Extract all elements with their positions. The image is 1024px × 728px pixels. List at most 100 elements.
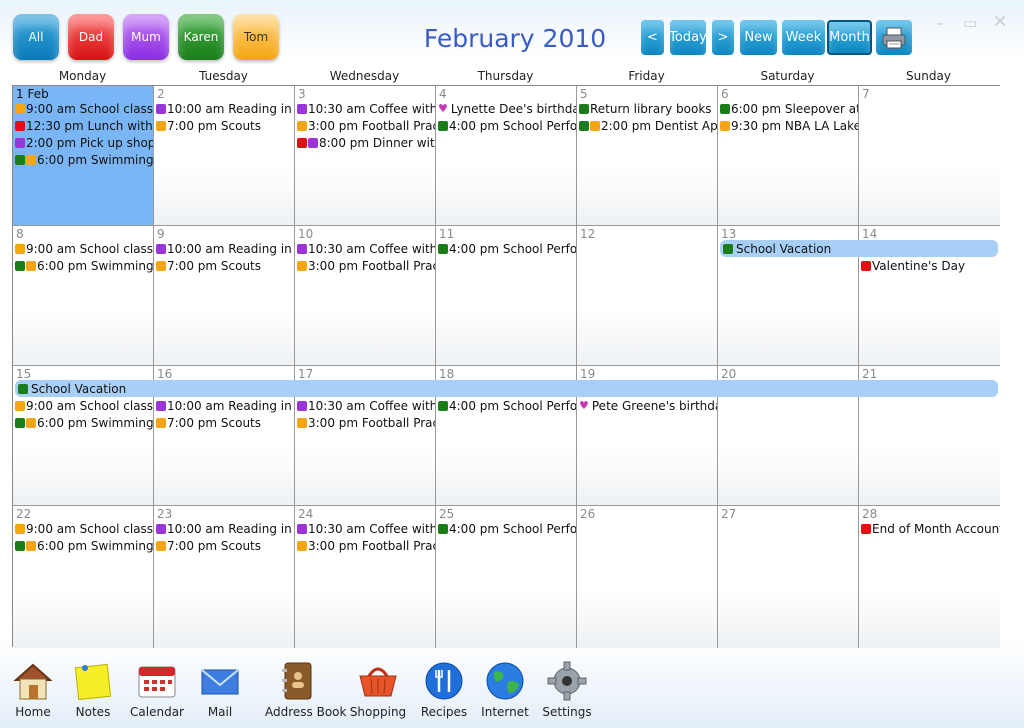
calendar-event[interactable]: 6:00 pm Swimming bbox=[15, 414, 153, 431]
week-view-button[interactable]: Week bbox=[782, 20, 825, 55]
calendar-event[interactable]: 4:00 pm School Perforr bbox=[438, 240, 576, 257]
calendar-event[interactable]: 6:00 pm Sleepover at J bbox=[720, 100, 858, 117]
next-button[interactable]: > bbox=[712, 20, 734, 55]
calendar-event[interactable]: 6:00 pm Swimming bbox=[15, 151, 153, 168]
calendar-event[interactable]: 4:00 pm School Perforr bbox=[438, 397, 576, 414]
dock-settings[interactable]: Settings bbox=[535, 660, 599, 719]
calendar-event[interactable]: End of Month Account bbox=[861, 520, 1000, 537]
calendar-event[interactable]: 8:00 pm Dinner with bbox=[297, 134, 435, 151]
filter-all-button[interactable]: All bbox=[13, 14, 59, 60]
calendar-event[interactable]: 9:00 am School class m bbox=[15, 520, 153, 537]
calendar-event[interactable]: 10:00 am Reading in cl bbox=[156, 520, 294, 537]
day-cell[interactable]: 28 End of Month Account bbox=[859, 506, 1000, 648]
previous-button[interactable]: < bbox=[641, 20, 664, 55]
day-cell[interactable]: 24 10:30 am Coffee with J 3:00 pm Football… bbox=[295, 506, 436, 648]
person-color-marker bbox=[861, 523, 871, 534]
dock-calendar[interactable]: Calendar bbox=[125, 660, 189, 719]
calendar-event[interactable]: 12:30 pm Lunch with B bbox=[15, 117, 153, 134]
month-view-button[interactable]: Month bbox=[827, 20, 872, 55]
dock-shopping[interactable]: Shopping bbox=[346, 660, 410, 719]
print-button[interactable] bbox=[876, 20, 912, 55]
day-cell[interactable]: 6 6:00 pm Sleepover at J 9:30 pm NBA LA La… bbox=[718, 86, 859, 226]
day-cell[interactable]: 229:00 am School class m 6:00 pm Swimming bbox=[13, 506, 154, 648]
calendar-event[interactable]: 9:00 am School class m bbox=[15, 100, 153, 117]
event-text: 10:00 am Reading in cl bbox=[167, 241, 294, 256]
day-cell[interactable]: 5 Return library books 2:00 pm Dentist App bbox=[577, 86, 718, 226]
day-cell[interactable]: 10 10:30 am Coffee with J 3:00 pm Football… bbox=[295, 226, 436, 366]
calendar-event[interactable]: 7:00 pm Scouts bbox=[156, 537, 294, 554]
day-cell[interactable]: 7 bbox=[859, 86, 1000, 226]
filter-dad-button[interactable]: Dad bbox=[68, 14, 114, 60]
event-text: 6:00 pm Swimming bbox=[37, 152, 153, 167]
calendar-event[interactable]: 3:00 pm Football Pract bbox=[297, 537, 435, 554]
day-cell[interactable]: 4 ♥ Lynette Dee's birthday 4:00 pm School P… bbox=[436, 86, 577, 226]
dock-notes[interactable]: Notes bbox=[61, 660, 125, 719]
calendar-event[interactable]: 6:00 pm Swimming bbox=[15, 257, 153, 274]
day-cell[interactable]: 25 4:00 pm School Perforr bbox=[436, 506, 577, 648]
today-button[interactable]: Today bbox=[670, 20, 706, 55]
multi-day-event-bar[interactable]: School Vacation bbox=[15, 380, 998, 397]
calendar-event[interactable]: 10:00 am Reading in cl bbox=[156, 100, 294, 117]
dock-home[interactable]: Home bbox=[1, 660, 65, 719]
calendar-event[interactable]: 4:00 pm School Perforr bbox=[438, 520, 576, 537]
minimize-button[interactable]: – bbox=[936, 14, 944, 32]
printer-icon bbox=[882, 27, 906, 48]
event-text: 10:30 am Coffee with J bbox=[308, 521, 435, 536]
calendar-event[interactable]: 10:00 am Reading in cl bbox=[156, 397, 294, 414]
event-text: 7:00 pm Scouts bbox=[167, 538, 262, 553]
day-cell[interactable]: 2 10:00 am Reading in cl 7:00 pm Scouts bbox=[154, 86, 295, 226]
calendar-event[interactable]: Return library books bbox=[579, 100, 717, 117]
event-text: Valentine's Day bbox=[872, 258, 966, 273]
calendar-event[interactable]: 9:30 pm NBA LA Lakers bbox=[720, 117, 858, 134]
calendar-event[interactable]: 7:00 pm Scouts bbox=[156, 117, 294, 134]
new-event-button[interactable]: New bbox=[740, 20, 777, 55]
filter-mum-button[interactable]: Mum bbox=[123, 14, 169, 60]
dock-mail[interactable]: Mail bbox=[188, 660, 252, 719]
calendar-event[interactable]: 3:00 pm Football Pract bbox=[297, 257, 435, 274]
person-color-marker bbox=[26, 154, 36, 165]
calendar-event[interactable]: 7:00 pm Scouts bbox=[156, 257, 294, 274]
calendar-event[interactable]: 9:00 am School class m bbox=[15, 397, 153, 414]
day-cell[interactable]: 23 10:00 am Reading in cl 7:00 pm Scouts bbox=[154, 506, 295, 648]
day-cell[interactable]: 9 10:00 am Reading in cl 7:00 pm Scouts bbox=[154, 226, 295, 366]
day-cell[interactable]: 27 bbox=[718, 506, 859, 648]
event-text: 6:00 pm Swimming bbox=[37, 258, 153, 273]
calendar-event[interactable]: 10:00 am Reading in cl bbox=[156, 240, 294, 257]
calendar-event[interactable]: 10:30 am Coffee with J bbox=[297, 397, 435, 414]
dock-address-book[interactable]: Address Book bbox=[265, 660, 346, 719]
calendar-event[interactable]: 9:00 am School class m bbox=[15, 240, 153, 257]
calendar-event[interactable]: 10:30 am Coffee with J bbox=[297, 520, 435, 537]
calendar-event[interactable]: Valentine's Day bbox=[861, 257, 1000, 274]
calendar-event[interactable]: 4:00 pm School Perforr bbox=[438, 117, 576, 134]
day-cell[interactable]: 26 bbox=[577, 506, 718, 648]
calendar-event[interactable]: ♥ Lynette Dee's birthday bbox=[438, 100, 576, 117]
calendar-event[interactable]: 10:30 am Coffee with J bbox=[297, 240, 435, 257]
calendar-event[interactable]: 6:00 pm Swimming bbox=[15, 537, 153, 554]
calendar-event[interactable]: 10:30 am Coffee with J bbox=[297, 100, 435, 117]
person-color-marker bbox=[579, 120, 589, 131]
filter-karen-button[interactable]: Karen bbox=[178, 14, 224, 60]
day-cell[interactable]: 1 Feb9:00 am School class m 12:30 pm Lunc… bbox=[13, 86, 154, 226]
calendar-event[interactable]: 3:00 pm Football Pract bbox=[297, 414, 435, 431]
filter-tom-button[interactable]: Tom bbox=[233, 14, 279, 60]
close-button[interactable]: ✕ bbox=[993, 12, 1007, 32]
day-cell[interactable]: 3 10:30 am Coffee with J 3:00 pm Football … bbox=[295, 86, 436, 226]
person-color-marker bbox=[15, 154, 25, 165]
day-cell[interactable]: 12 bbox=[577, 226, 718, 366]
person-color-marker bbox=[579, 103, 589, 114]
maximize-button[interactable]: ▭ bbox=[963, 14, 977, 32]
dock-internet[interactable]: Internet bbox=[473, 660, 537, 719]
dock-recipes[interactable]: Recipes bbox=[412, 660, 476, 719]
calendar-event[interactable]: 2:00 pm Dentist App bbox=[579, 117, 717, 134]
globe-icon bbox=[484, 660, 526, 702]
day-number: 11 bbox=[439, 227, 455, 241]
calendar-event[interactable]: 7:00 pm Scouts bbox=[156, 414, 294, 431]
calendar-event[interactable]: ♥ Pete Greene's birthday bbox=[579, 397, 717, 414]
day-number: 8 bbox=[16, 227, 24, 241]
day-cell[interactable]: 89:00 am School class m 6:00 pm Swimming bbox=[13, 226, 154, 366]
day-number: 12 bbox=[580, 227, 596, 241]
calendar-event[interactable]: 2:00 pm Pick up shopp bbox=[15, 134, 153, 151]
day-cell[interactable]: 11 4:00 pm School Perforr bbox=[436, 226, 577, 366]
calendar-event[interactable]: 3:00 pm Football Pract bbox=[297, 117, 435, 134]
multi-day-event-bar[interactable]: School Vacation bbox=[720, 240, 998, 257]
